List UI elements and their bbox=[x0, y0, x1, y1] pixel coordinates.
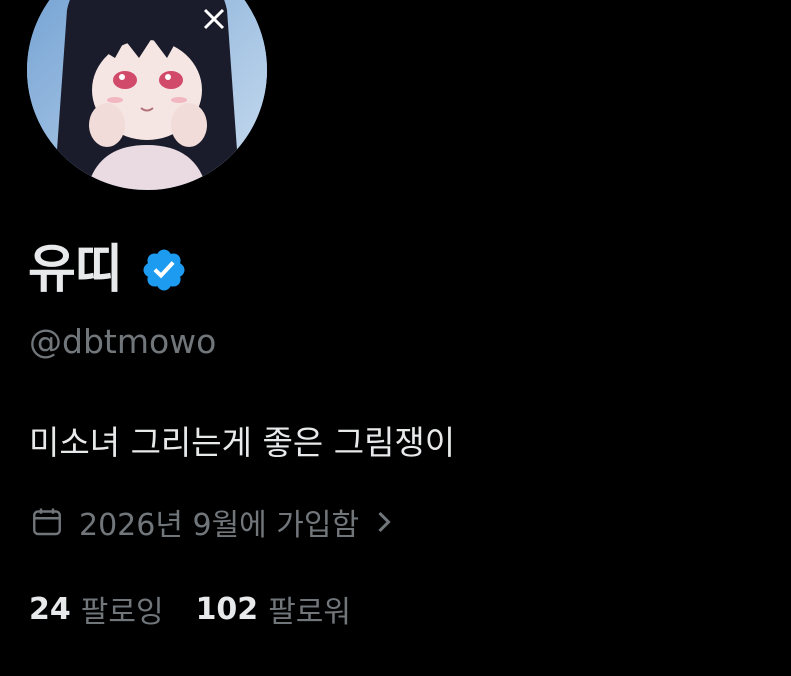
followers-stat[interactable]: 102 팔로워 bbox=[196, 587, 351, 631]
calendar-icon bbox=[29, 504, 65, 540]
profile-handle: @dbtmowo bbox=[29, 322, 217, 361]
followers-count: 102 bbox=[195, 591, 259, 627]
followers-label: 팔로워 bbox=[268, 595, 351, 630]
following-label: 팔로잉 bbox=[80, 595, 164, 630]
verified-badge-icon[interactable] bbox=[140, 246, 188, 294]
name-row: 유띠 bbox=[28, 232, 188, 308]
display-name: 유띠 bbox=[28, 240, 123, 300]
follow-stats: 24 팔로잉 102 팔로워 bbox=[29, 587, 383, 631]
joined-date-row[interactable]: 2026년 9월에 가입함 bbox=[29, 501, 395, 543]
following-stat[interactable]: 24 팔로잉 bbox=[29, 587, 164, 631]
chevron-right-icon bbox=[373, 507, 395, 537]
profile-avatar[interactable] bbox=[27, 0, 267, 190]
joined-date-text: 2026년 9월에 가입함 bbox=[79, 508, 360, 543]
profile-bio: 미소녀 그리는게 좋은 그림쟁이 bbox=[29, 423, 456, 462]
avatar-illustration bbox=[27, 0, 267, 190]
following-count: 24 bbox=[29, 591, 71, 627]
